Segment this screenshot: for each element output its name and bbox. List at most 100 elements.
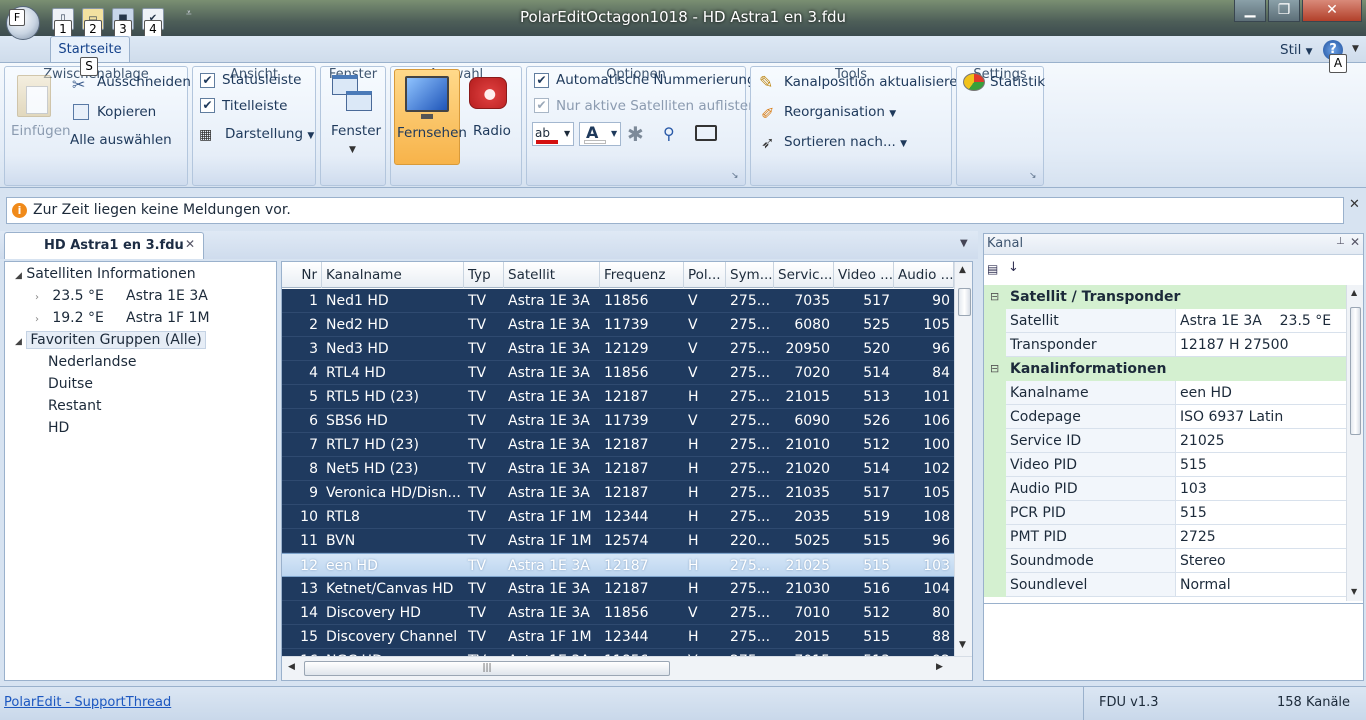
- auto-numbering-checkbox[interactable]: ✔: [534, 73, 549, 88]
- scroll-thumb[interactable]: [1350, 307, 1361, 435]
- support-link[interactable]: PolarEdit - SupportThread: [4, 695, 171, 710]
- sort-alpha-icon[interactable]: ↓: [1008, 260, 1019, 275]
- property-value[interactable]: 21025: [1176, 429, 1346, 453]
- vertical-scrollbar[interactable]: ▲ ▼: [954, 262, 972, 656]
- column-header[interactable]: Sym...: [726, 262, 774, 288]
- tree-node-favorites[interactable]: ◢ Favoriten Gruppen (Alle): [15, 329, 206, 351]
- help-dropdown-icon[interactable]: ▼: [1352, 44, 1359, 54]
- reorganize-dropdown[interactable]: Reorganisation ▼: [784, 104, 896, 120]
- property-value[interactable]: Normal: [1176, 573, 1346, 597]
- tv-button[interactable]: Fernsehen: [394, 69, 467, 165]
- collapse-icon[interactable]: ⊟: [990, 285, 999, 309]
- dialog-launcher-icon[interactable]: ↘: [1029, 171, 1037, 181]
- cut-button[interactable]: Ausschneiden: [97, 74, 191, 90]
- column-header[interactable]: Kanalname: [322, 262, 464, 288]
- highlight-color-icon[interactable]: ab ▼: [532, 122, 574, 146]
- copy-button[interactable]: Kopieren: [97, 104, 156, 120]
- chevron-down-icon[interactable]: ▼: [349, 145, 356, 155]
- table-row[interactable]: 15 Discovery Channel TV Astra 1F 1M 12344 H 27…: [282, 625, 954, 649]
- puzzle-icon[interactable]: ✱: [627, 122, 644, 146]
- property-row[interactable]: Audio PID 103: [984, 477, 1346, 501]
- table-row[interactable]: 7 RTL7 HD (23) TV Astra 1E 3A 12187 H 275... 21…: [282, 433, 954, 457]
- scroll-up-icon[interactable]: ▲: [1351, 288, 1357, 297]
- sort-by-dropdown[interactable]: Sortieren nach... ▼: [784, 134, 907, 150]
- categorized-icon[interactable]: ▤: [987, 262, 998, 276]
- property-row[interactable]: Video PID 515: [984, 453, 1346, 477]
- table-row[interactable]: 6 SBS6 HD TV Astra 1E 3A 11739 V 275... 6090 526…: [282, 409, 954, 433]
- property-row[interactable]: Service ID 21025: [984, 429, 1346, 453]
- property-value[interactable]: 515: [1176, 453, 1346, 477]
- paste-button[interactable]: Einfügen: [11, 123, 71, 139]
- column-header[interactable]: Frequenz: [600, 262, 684, 288]
- document-tab[interactable]: HD Astra1 en 3.fdu ✕: [4, 232, 204, 259]
- dialog-launcher-icon[interactable]: ↘: [731, 171, 739, 181]
- property-category[interactable]: ⊟ Satellit / Transponder: [984, 285, 1346, 309]
- tree-node-satellite[interactable]: › 23.5 °E: [35, 285, 104, 307]
- tree-node-group[interactable]: HD: [48, 417, 69, 439]
- property-value[interactable]: 515: [1176, 501, 1346, 525]
- fenster-button[interactable]: Fenster: [331, 123, 381, 139]
- scroll-right-icon[interactable]: ▶: [936, 662, 943, 672]
- scroll-down-icon[interactable]: ▼: [959, 640, 966, 650]
- table-row[interactable]: 9 Veronica HD/Disn... TV Astra 1E 3A 12187 H 2…: [282, 481, 954, 505]
- restore-button[interactable]: ❐: [1268, 0, 1300, 22]
- property-value[interactable]: Stereo: [1176, 549, 1346, 573]
- scroll-left-icon[interactable]: ◀: [288, 662, 295, 672]
- statusbar-checkbox[interactable]: ✔: [200, 73, 215, 88]
- property-row[interactable]: Transponder 12187 H 27500: [984, 333, 1346, 357]
- property-value[interactable]: 103: [1176, 477, 1346, 501]
- property-value[interactable]: 2725: [1176, 525, 1346, 549]
- close-icon[interactable]: ✕: [1349, 197, 1360, 212]
- property-value[interactable]: Astra 1E 3A 23.5 °E: [1176, 309, 1346, 333]
- active-sats-checkbox[interactable]: ✔: [534, 98, 549, 113]
- style-menu[interactable]: Stil ▼: [1280, 42, 1313, 58]
- property-row[interactable]: Soundlevel Normal: [984, 573, 1346, 597]
- chevron-down-icon[interactable]: ▼: [960, 238, 968, 249]
- tree-node-satellite[interactable]: › 19.2 °E: [35, 307, 104, 329]
- table-row[interactable]: 4 RTL4 HD TV Astra 1E 3A 11856 V 275... 7020 514…: [282, 361, 954, 385]
- column-header[interactable]: Audio ...: [894, 262, 954, 288]
- scroll-thumb[interactable]: [958, 288, 971, 316]
- property-row[interactable]: Soundmode Stereo: [984, 549, 1346, 573]
- statistics-button[interactable]: Statistik: [990, 74, 1045, 90]
- radio-button[interactable]: Radio: [473, 123, 511, 139]
- property-value[interactable]: een HD: [1176, 381, 1346, 405]
- property-category[interactable]: ⊟ Kanalinformationen: [984, 357, 1346, 381]
- table-row[interactable]: 8 Net5 HD (23) TV Astra 1E 3A 12187 H 275... 21…: [282, 457, 954, 481]
- property-value[interactable]: ISO 6937 Latin: [1176, 405, 1346, 429]
- property-row[interactable]: Kanalname een HD: [984, 381, 1346, 405]
- column-header[interactable]: Servic...: [774, 262, 834, 288]
- tree-node-group[interactable]: Restant: [48, 395, 101, 417]
- select-all-button[interactable]: Alle auswählen: [70, 132, 172, 148]
- column-header[interactable]: Satellit: [504, 262, 600, 288]
- close-button[interactable]: ✕: [1302, 0, 1362, 22]
- scroll-up-icon[interactable]: ▲: [959, 265, 966, 275]
- pin-icon[interactable]: ⊥: [1336, 236, 1345, 247]
- update-position-button[interactable]: Kanalposition aktualisieren: [784, 74, 966, 90]
- column-header[interactable]: Pol...: [684, 262, 726, 288]
- scroll-down-icon[interactable]: ▼: [1351, 587, 1357, 596]
- table-row[interactable]: 2 Ned2 HD TV Astra 1E 3A 11739 V 275... 6080 525…: [282, 313, 954, 337]
- tree-node-group[interactable]: Nederlandse: [48, 351, 136, 373]
- collapse-icon[interactable]: ⊟: [990, 357, 999, 381]
- vertical-scrollbar[interactable]: ▲ ▼: [1346, 285, 1363, 601]
- property-value[interactable]: 12187 H 27500: [1176, 333, 1346, 357]
- property-row[interactable]: Codepage ISO 6937 Latin: [984, 405, 1346, 429]
- qat-dropdown-icon[interactable]: ⩡: [186, 8, 192, 19]
- close-icon[interactable]: ✕: [1350, 235, 1360, 249]
- table-row[interactable]: 16NGC HDTVAstra 1E 3A11856V275...7015513…: [282, 649, 954, 656]
- close-icon[interactable]: ✕: [185, 237, 195, 251]
- table-row[interactable]: 5 RTL5 HD (23) TV Astra 1E 3A 12187 H 275... 21…: [282, 385, 954, 409]
- table-row[interactable]: 1 Ned1 HD TV Astra 1E 3A 11856 V 275... 7035 517…: [282, 289, 954, 313]
- font-color-icon[interactable]: A ▼: [579, 122, 621, 146]
- titlebar-checkbox[interactable]: ✔: [200, 98, 215, 113]
- minimize-button[interactable]: ▁: [1234, 0, 1266, 22]
- property-row[interactable]: PMT PID 2725: [984, 525, 1346, 549]
- scroll-thumb[interactable]: |||: [304, 661, 670, 676]
- table-row[interactable]: 14 Discovery HD TV Astra 1E 3A 11856 V 275... 7…: [282, 601, 954, 625]
- table-row[interactable]: 13 Ketnet/Canvas HD TV Astra 1E 3A 12187 H 275…: [282, 577, 954, 601]
- property-row[interactable]: PCR PID 515: [984, 501, 1346, 525]
- tree-node-group[interactable]: Duitse: [48, 373, 93, 395]
- property-row[interactable]: Satellit Astra 1E 3A 23.5 °E: [984, 309, 1346, 333]
- table-row[interactable]: 3 Ned3 HD TV Astra 1E 3A 12129 V 275... 20950 52…: [282, 337, 954, 361]
